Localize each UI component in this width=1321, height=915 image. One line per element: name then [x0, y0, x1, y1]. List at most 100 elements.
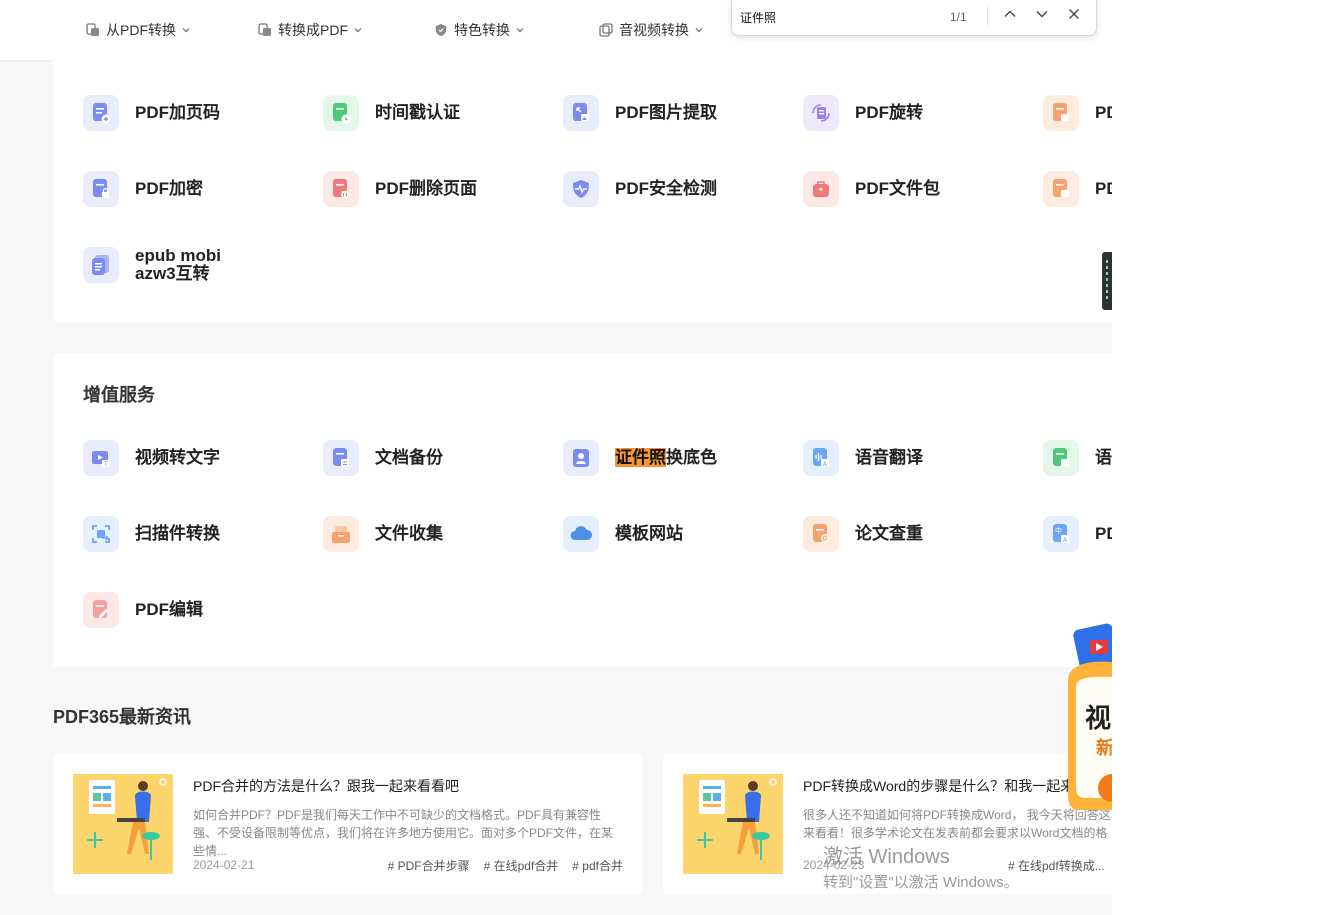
news-thumbnail [73, 774, 173, 874]
service-file-collect[interactable]: 文件收集 [323, 516, 443, 552]
promo-text: 视 [1085, 703, 1112, 733]
tool-epub-convert[interactable]: epub mobi azw3互转 [83, 247, 221, 283]
video-text-icon: T [83, 440, 119, 476]
ebook-icon [83, 247, 119, 283]
nav-featured[interactable]: 特色转换 [434, 20, 524, 40]
find-input[interactable]: 证件照 [740, 9, 776, 26]
tool-pdf-page-number[interactable]: PDF加页码 [83, 95, 220, 131]
chevron-down-icon [695, 26, 703, 34]
inbox-icon [323, 516, 359, 552]
tool-image-extract[interactable]: PDF图片提取 [563, 95, 717, 131]
tool-label: PDF加密 [135, 179, 203, 198]
watermark-line: 转到"设置"以激活 Windows。 [823, 874, 1019, 891]
voice-translate-icon: A [803, 440, 839, 476]
tool-delete-pages[interactable]: PDF删除页面 [323, 171, 477, 207]
nav-from-pdf-label: 从PDF转换 [106, 22, 176, 38]
shield-pulse-icon [563, 171, 599, 207]
file-convert-icon [86, 23, 100, 37]
chevron-down-icon [516, 26, 524, 34]
voice-doc-icon [1043, 440, 1079, 476]
scan-icon [83, 516, 119, 552]
news-tags: # PDF合并步骤 # 在线pdf合并 # pdf合并 [388, 857, 623, 874]
windows-activation-watermark: 激活 Windows 转到"设置"以激活 Windows。 [823, 840, 1019, 892]
service-label: 视频转文字 [135, 448, 220, 467]
service-doc-backup[interactable]: 文档备份 [323, 440, 443, 476]
svg-text:A: A [823, 460, 828, 468]
tool-partial-5[interactable]: PD [1043, 95, 1112, 131]
tool-label-line2: azw3互转 [135, 264, 210, 283]
lock-doc-icon [83, 171, 119, 207]
tool-pdf-package[interactable]: PDF文件包 [803, 171, 940, 207]
tool-timestamp[interactable]: 时间戳认证 [323, 95, 460, 131]
svg-text:中: 中 [1055, 526, 1062, 535]
nav-from-pdf[interactable]: 从PDF转换 [86, 20, 190, 40]
image-extract-icon [563, 95, 599, 131]
tool-security-check[interactable]: PDF安全检测 [563, 171, 717, 207]
news-tags: # 在线pdf转换成... [1008, 857, 1105, 874]
close-icon [1067, 7, 1081, 26]
service-partial-5[interactable]: 语 [1043, 440, 1112, 476]
tool-label: 时间戳认证 [375, 103, 460, 122]
tool-label: PDF删除页面 [375, 179, 477, 198]
tool-pdf-encrypt[interactable]: PDF加密 [83, 171, 203, 207]
news-card[interactable]: PDF合并的方法是什么？跟我一起来看看吧 如何合并PDF？PDF是我们每天工作中… [53, 754, 643, 894]
tools-card: PDF加页码 时间戳认证 PDF图片提取 PDF旋转 PD [53, 60, 1112, 322]
service-pdf-edit[interactable]: PDF编辑 [83, 592, 203, 628]
tool-pdf-rotate[interactable]: PDF旋转 [803, 95, 923, 131]
find-match-count: 1/1 [950, 10, 967, 24]
news-tag[interactable]: # pdf合并 [572, 857, 623, 874]
edit-doc-icon [83, 592, 119, 628]
service-video-to-text[interactable]: T 视频转文字 [83, 440, 220, 476]
find-close-button[interactable] [1063, 5, 1085, 27]
tool-label: epub mobi azw3互转 [135, 247, 221, 283]
cloud-icon [563, 516, 599, 552]
service-label: 模板网站 [615, 524, 683, 543]
tool-label: PDF文件包 [855, 179, 940, 198]
promo-text: 新 [1096, 738, 1112, 758]
nav-av-convert[interactable]: 音视频转换 [599, 20, 703, 40]
news-tag[interactable]: # PDF合并步骤 [388, 857, 470, 874]
svg-text:A: A [1063, 536, 1068, 544]
service-label: 扫描件转换 [135, 524, 220, 543]
service-label-rest: 换底色 [666, 448, 717, 467]
service-plagiarism-check[interactable]: 论文查重 [803, 516, 923, 552]
tool-label: PDF安全检测 [615, 179, 717, 198]
news-thumbnail [683, 774, 783, 874]
tool-label-line1: epub mobi [135, 246, 221, 265]
service-voice-translate[interactable]: A 语音翻译 [803, 440, 923, 476]
service-label: 文档备份 [375, 448, 443, 467]
chevron-down-icon [354, 26, 362, 34]
clock-doc-icon [323, 95, 359, 131]
tool-label: PD [1095, 179, 1112, 198]
service-scan-convert[interactable]: 扫描件转换 [83, 516, 220, 552]
nav-av-convert-label: 音视频转换 [619, 22, 689, 38]
section-title: 增值服务 [83, 385, 155, 405]
translate-doc-icon: 中A [1043, 516, 1079, 552]
news-tag[interactable]: # 在线pdf转换成... [1008, 857, 1105, 874]
search-doc-icon [803, 516, 839, 552]
news-tag[interactable]: # 在线pdf合并 [484, 857, 559, 874]
nav-to-pdf[interactable]: 转换成PDF [258, 20, 362, 40]
news-headline[interactable]: PDF合并的方法是什么？跟我一起来看看吧 [193, 776, 459, 796]
file-convert-icon [258, 23, 272, 37]
service-partial-10[interactable]: 中A PD [1043, 516, 1112, 552]
service-label: 文件收集 [375, 524, 443, 543]
news-summary: 很多人还不知道如何将PDF转换成Word， 我今天将回答这 来看看！很多学术论文在… [803, 806, 1112, 842]
tool-partial-10[interactable]: PD [1043, 171, 1112, 207]
chevron-down-icon [1035, 7, 1049, 26]
service-template-site[interactable]: 模板网站 [563, 516, 683, 552]
media-icon [599, 23, 613, 37]
find-previous-button[interactable] [999, 5, 1021, 27]
news-summary-line: 很多人还不知道如何将PDF转换成Word， 我今天将回答这 [803, 808, 1111, 822]
find-in-page-bar: 证件照 1/1 [731, 0, 1097, 36]
find-next-button[interactable] [1031, 5, 1053, 27]
service-id-photo-bg[interactable]: 证件照换底色 [563, 440, 717, 476]
promo-floating-ad[interactable]: 视 新 [1068, 620, 1112, 810]
tool-label: PDF加页码 [135, 103, 220, 122]
nav-to-pdf-label: 转换成PDF [278, 22, 348, 38]
service-label: PDF编辑 [135, 600, 203, 619]
news-summary: 如何合并PDF？PDF是我们每天工作中不可缺少的文档格式。PDF具有兼容性强、不… [193, 808, 614, 858]
shield-icon [434, 23, 448, 37]
news-headline[interactable]: PDF转换成Word的步骤是什么？和我一起来 [803, 776, 1074, 796]
floating-sidebar-widget[interactable] [1102, 252, 1112, 310]
